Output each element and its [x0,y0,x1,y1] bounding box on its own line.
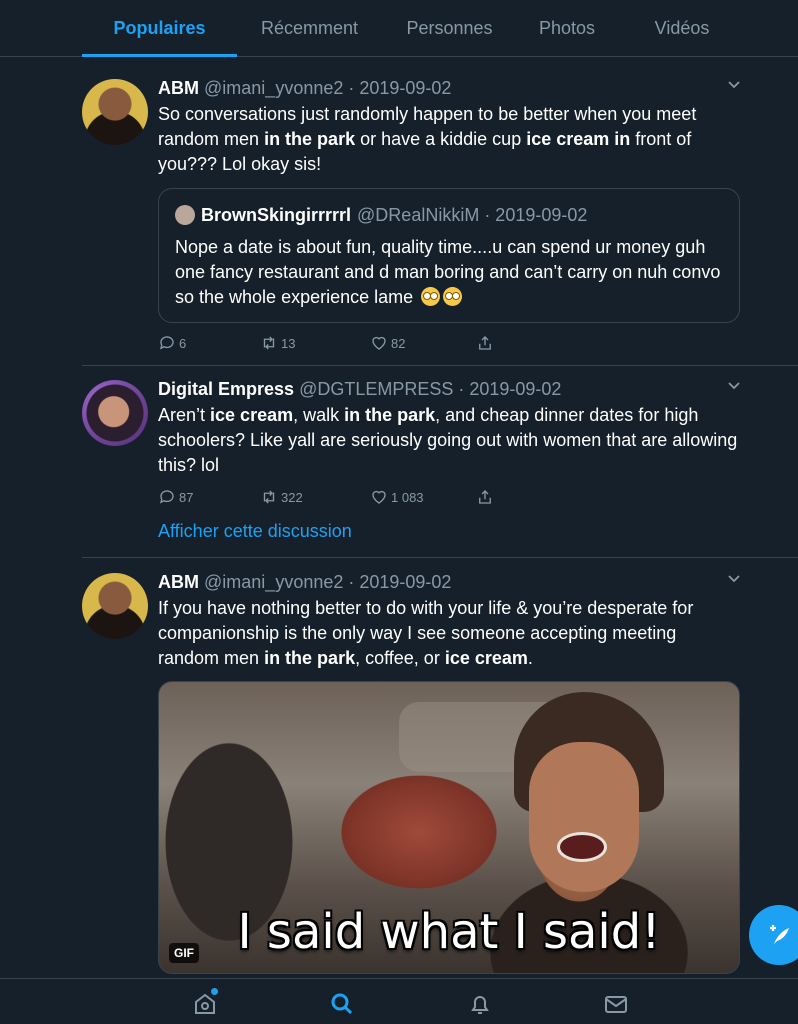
quote-avatar [175,205,195,225]
quoted-tweet[interactable]: BrownSkingirrrrrl @DRealNikkiM · 2019-09… [158,188,740,323]
avatar[interactable] [82,573,148,639]
retweet-button[interactable]: 13 [260,334,295,352]
quote-text: Nope a date is about fun, quality time..… [175,237,721,307]
tab-populaires[interactable]: Populaires [82,0,237,57]
tweet-header: ABM @imani_yvonne2 · 2019-09-02 [158,77,740,99]
tweet-text: So conversations just randomly happen to… [158,104,697,174]
retweet-count: 322 [281,489,303,505]
avatar[interactable] [82,79,148,145]
reply-button[interactable]: 87 [158,488,193,506]
reply-count: 87 [179,489,194,505]
person-mouth [557,832,607,862]
tweet-text: Aren’t ice cream, walk in the park, and … [158,405,738,475]
tab-videos[interactable]: Vidéos [617,0,747,57]
quote-author-name: BrownSkingirrrrrl [201,205,352,225]
tweet-header: Digital Empress @DGTLEMPRESS · 2019-09-0… [158,378,740,400]
author-meta: @imani_yvonne2 · 2019-09-02 [204,572,452,592]
share-button[interactable] [476,488,497,506]
gif-badge: GIF [169,943,199,963]
heart-icon [372,336,386,350]
quote-meta: @DRealNikkiM · 2019-09-02 [357,205,588,225]
divider [82,557,798,558]
tab-recemment[interactable]: Récemment [237,0,382,57]
share-icon [479,490,491,504]
share-icon [479,336,491,350]
retweet-icon [263,336,275,350]
compose-button[interactable] [749,905,798,965]
author-name[interactable]: Digital Empress [158,379,294,399]
share-button[interactable] [476,334,497,352]
like-button[interactable]: 1 083 [370,488,424,506]
bottom-nav [0,978,798,1024]
tweet-actions: 6 13 82 [158,333,740,353]
reply-count: 6 [179,335,187,351]
reply-button[interactable]: 6 [158,334,186,352]
tweet-header: ABM @imani_yvonne2 · 2019-09-02 [158,571,740,593]
tab-personnes[interactable]: Personnes [382,0,517,57]
author-meta: @imani_yvonne2 · 2019-09-02 [204,78,452,98]
retweet-count: 13 [281,335,296,351]
author-meta: @DGTLEMPRESS · 2019-09-02 [299,379,562,399]
tab-photos[interactable]: Photos [517,0,617,57]
chevron-down-icon[interactable] [726,571,742,587]
like-button[interactable]: 82 [370,334,405,352]
rolling-eyes-emoji-icon [421,287,441,306]
show-thread-link[interactable]: Afficher cette discussion [158,521,352,542]
tweet-text: If you have nothing better to do with yo… [158,598,694,668]
like-count: 1 083 [391,489,424,505]
heart-icon [372,490,386,504]
reply-icon [159,336,174,350]
retweet-button[interactable]: 322 [260,488,303,506]
like-count: 82 [391,335,406,351]
person-face [529,742,639,892]
rolling-eyes-emoji-icon [443,287,463,306]
avatar[interactable] [82,380,148,446]
bell-icon[interactable] [467,991,493,1017]
reply-icon [159,490,174,504]
author-name[interactable]: ABM [158,572,199,592]
divider [82,365,798,366]
compose-icon [770,925,789,944]
chevron-down-icon[interactable] [726,77,742,93]
retweet-icon [263,490,275,504]
search-icon[interactable] [329,991,355,1017]
mail-icon[interactable] [603,991,629,1017]
home-notification-dot [211,988,218,995]
author-name[interactable]: ABM [158,78,199,98]
tweet-actions: 87 322 1 083 [158,487,740,507]
gif-caption: I said what I said! [237,904,661,960]
chevron-down-icon[interactable] [726,378,742,394]
search-tabs: Populaires Récemment Personnes Photos Vi… [0,0,798,57]
gif-media[interactable]: I said what I said! GIF [158,681,740,974]
